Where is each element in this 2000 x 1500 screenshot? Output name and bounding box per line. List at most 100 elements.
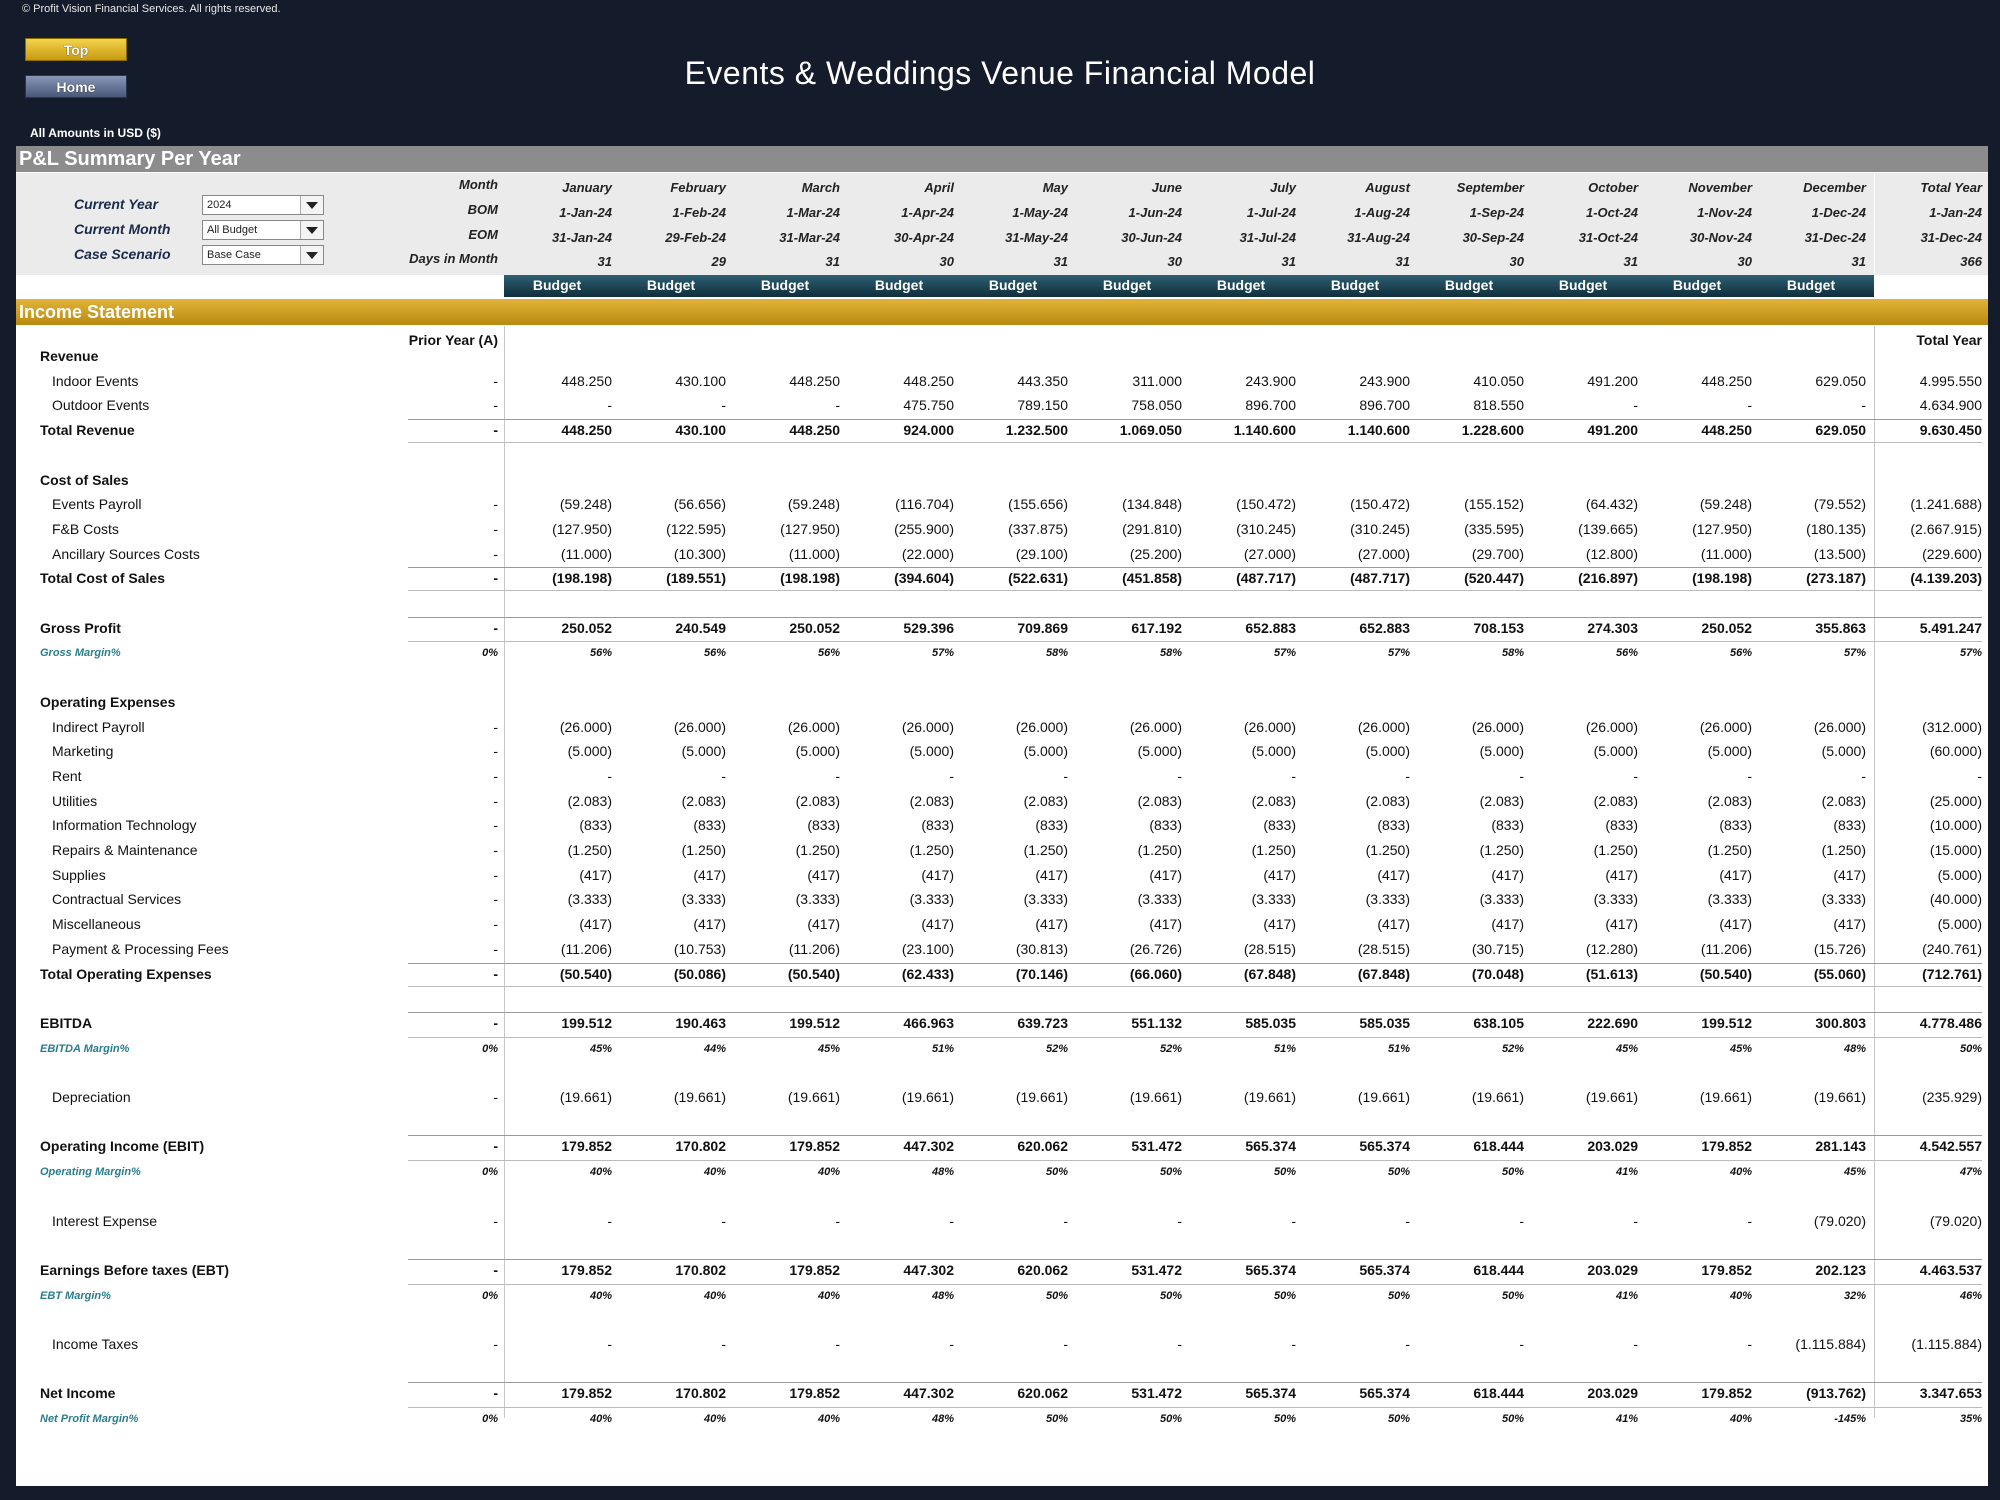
month-value-cell: (833) <box>921 817 954 834</box>
header-name-cell: August <box>1365 180 1410 195</box>
month-value-cell: (1.115.884) <box>1795 1336 1866 1352</box>
row-border-top <box>408 1135 1982 1137</box>
row-border-bottom <box>408 1283 1982 1285</box>
month-value-cell: 529.396 <box>903 619 954 636</box>
total-year-cell: 4.634.900 <box>1919 397 1982 414</box>
month-value-cell: (255.900) <box>894 520 954 537</box>
month-value-cell: 896.700 <box>1245 397 1296 414</box>
month-value-cell: (150.472) <box>1236 496 1296 513</box>
month-value-cell: 45% <box>1843 1166 1866 1179</box>
top-button[interactable]: Top <box>25 38 127 61</box>
month-value-cell: (833) <box>579 817 612 834</box>
month-value-cell: - <box>1291 1212 1296 1229</box>
month-value-cell: 629.050 <box>1815 372 1866 389</box>
month-value-cell: 40% <box>817 1413 840 1426</box>
month-value-cell: - <box>1291 767 1296 784</box>
total-year-cell: (2.667.915) <box>1910 520 1982 537</box>
column-divider <box>1874 173 1875 275</box>
total-year-cell: (5.000) <box>1937 916 1982 933</box>
month-value-cell: - <box>1291 1336 1296 1352</box>
total-year-cell: 35% <box>1959 1413 1982 1426</box>
month-value-cell: (2.083) <box>1593 792 1638 809</box>
control-select-2[interactable]: Base Case <box>202 245 324 265</box>
month-value-cell: 531.472 <box>1131 1138 1182 1155</box>
chevron-down-icon[interactable] <box>300 221 323 239</box>
month-value-cell: (19.661) <box>559 1089 612 1105</box>
month-value-cell: (417) <box>693 866 726 883</box>
month-value-cell: 1.228.600 <box>1461 422 1524 439</box>
month-value-cell: 618.444 <box>1473 1261 1524 1278</box>
month-value-cell: (417) <box>1035 916 1068 933</box>
month-value-cell: - <box>1633 1212 1638 1229</box>
month-value-cell: 274.303 <box>1587 619 1638 636</box>
month-value-cell: (5.000) <box>567 743 612 760</box>
month-value-cell: 170.802 <box>675 1138 726 1155</box>
spreadsheet: P&L Summary Per Year Income Statement Cu… <box>16 146 1988 1486</box>
month-value-cell: (417) <box>807 866 840 883</box>
row-label-ebt-margin: EBT Margin% <box>40 1289 111 1302</box>
month-value-cell: - <box>835 1336 840 1352</box>
home-button[interactable]: Home <box>25 75 127 98</box>
month-value-cell: (2.083) <box>1707 792 1752 809</box>
month-value-cell: (417) <box>1833 916 1866 933</box>
month-value-cell: (273.187) <box>1806 570 1866 587</box>
month-value-cell: 1.140.600 <box>1233 422 1296 439</box>
prior-year-cell: - <box>493 1385 498 1402</box>
month-value-cell: (127.950) <box>780 520 840 537</box>
control-select-1[interactable]: All Budget <box>202 220 324 240</box>
header-total-bom-cell: 1-Jan-24 <box>1929 205 1982 220</box>
month-value-cell: 50% <box>1501 1166 1524 1179</box>
month-value-cell: (26.000) <box>1813 718 1866 735</box>
month-value-cell: (26.000) <box>901 718 954 735</box>
month-value-cell: (291.810) <box>1122 520 1182 537</box>
month-value-cell: (487.717) <box>1350 570 1410 587</box>
month-value-cell: 170.802 <box>675 1261 726 1278</box>
month-value-cell: (417) <box>807 916 840 933</box>
month-value-cell: 448.250 <box>561 422 612 439</box>
month-value-cell: 57% <box>1843 647 1866 660</box>
row-label-operating-margin: Operating Margin% <box>40 1166 141 1179</box>
month-value-cell: (1.250) <box>795 842 840 858</box>
month-value-cell: (833) <box>1491 817 1524 834</box>
row-border-bottom <box>408 442 1982 444</box>
total-year-cell: 46% <box>1959 1289 1982 1302</box>
month-value-cell: 40% <box>817 1289 840 1302</box>
month-value-cell: (30.813) <box>1015 940 1068 957</box>
month-value-cell: 551.132 <box>1131 1014 1182 1031</box>
month-value-cell: 652.883 <box>1245 619 1296 636</box>
total-year-cell: (235.929) <box>1922 1089 1982 1105</box>
month-value-cell: 40% <box>1729 1289 1752 1302</box>
total-year-column-header: Total Year <box>1916 332 1982 348</box>
month-value-cell: (50.540) <box>1699 965 1752 982</box>
month-value-cell: (26.726) <box>1129 940 1182 957</box>
header-days-cell: 30 <box>1737 254 1752 269</box>
month-value-cell: 585.035 <box>1245 1014 1296 1031</box>
chevron-down-icon[interactable] <box>300 246 323 264</box>
month-value-cell: 618.444 <box>1473 1138 1524 1155</box>
month-value-cell: (19.661) <box>1471 1089 1524 1105</box>
month-value-cell: (27.000) <box>1357 545 1410 562</box>
month-value-cell: (3.333) <box>909 891 954 908</box>
month-value-cell: 50% <box>1045 1289 1068 1302</box>
header-eom-cell: 31-Dec-24 <box>1804 230 1866 245</box>
budget-label: Budget <box>1672 277 1722 293</box>
row-label-operating-income-ebit: Operating Income (EBIT) <box>40 1138 205 1155</box>
month-value-cell: 179.852 <box>561 1261 612 1278</box>
header-name-cell: December <box>1803 180 1866 195</box>
month-value-cell: 199.512 <box>789 1014 840 1031</box>
month-value-cell: 40% <box>1729 1413 1752 1426</box>
month-value-cell: 1.069.050 <box>1119 422 1182 439</box>
month-value-cell: (19.661) <box>1699 1089 1752 1105</box>
header-name-cell: November <box>1688 180 1752 195</box>
month-value-cell: 50% <box>1273 1413 1296 1426</box>
prior-year-cell: 0% <box>482 1289 498 1302</box>
month-value-cell: 45% <box>1729 1042 1752 1055</box>
month-value-cell: 620.062 <box>1017 1261 1068 1278</box>
control-select-0[interactable]: 2024 <box>202 195 324 215</box>
month-value-cell: (2.083) <box>567 792 612 809</box>
control-label-0: Current Year <box>74 196 159 212</box>
month-value-cell: 491.200 <box>1587 372 1638 389</box>
month-value-cell: (5.000) <box>1365 743 1410 760</box>
chevron-down-icon[interactable] <box>300 196 323 214</box>
prior-year-cell: - <box>493 1014 498 1031</box>
